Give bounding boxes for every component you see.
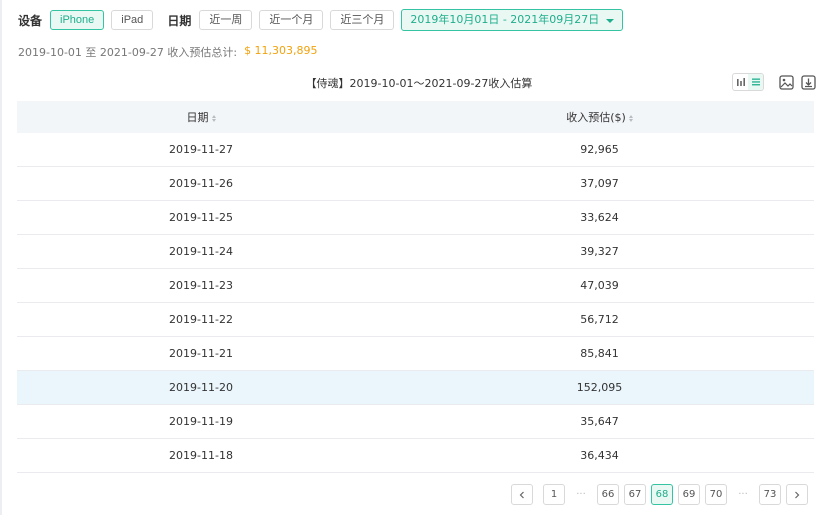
row-date: 2019-11-25 bbox=[17, 200, 385, 235]
row-date: 2019-11-19 bbox=[17, 404, 385, 439]
range-week-button[interactable]: 近一周 bbox=[199, 10, 253, 30]
summary-text: 2019-10-01 至 2021-09-27 收入预估总计: bbox=[18, 46, 238, 59]
row-date: 2019-11-18 bbox=[17, 438, 385, 473]
row-date: 2019-11-27 bbox=[17, 133, 385, 167]
device-label: 设备 bbox=[18, 13, 43, 28]
chevron-left-icon bbox=[519, 491, 524, 498]
row-revenue: 47,039 bbox=[385, 268, 814, 303]
device-ipad-button[interactable]: iPad bbox=[111, 10, 154, 30]
page-button-first[interactable]: 1 bbox=[543, 484, 565, 505]
sort-icon[interactable] bbox=[628, 114, 633, 122]
row-revenue: 35,647 bbox=[385, 404, 814, 439]
row-date: 2019-11-23 bbox=[17, 268, 385, 303]
row-date: 2019-11-24 bbox=[17, 234, 385, 269]
column-header-revenue[interactable]: 收入预估($) bbox=[385, 101, 814, 133]
chevron-right-icon bbox=[795, 491, 800, 498]
table-row-highlighted[interactable]: 2019-11-20 152,095 bbox=[17, 370, 814, 405]
table-header-row: 日期 收入预估($) bbox=[17, 101, 814, 133]
caret-down-icon bbox=[606, 19, 615, 23]
view-toggle bbox=[732, 73, 764, 91]
filter-bar: 设备 iPhone iPad 日期 近一周 近一个月 近三个月 2019年10月… bbox=[18, 9, 624, 31]
row-revenue: 39,327 bbox=[385, 234, 814, 269]
pagination-ellipsis[interactable]: ··· bbox=[570, 489, 592, 500]
row-revenue: 152,095 bbox=[385, 370, 814, 405]
table-row[interactable]: 2019-11-18 36,434 bbox=[17, 438, 814, 473]
range-month-button[interactable]: 近一个月 bbox=[259, 10, 324, 30]
pagination-ellipsis[interactable]: ··· bbox=[732, 489, 754, 500]
pagination: 1 ··· 66 67 68 69 70 ··· 73 bbox=[511, 484, 813, 505]
date-range-text: 2019年10月01日 - 2021年09月27日 bbox=[410, 13, 600, 26]
table-row[interactable]: 2019-11-25 33,624 bbox=[17, 200, 814, 235]
table-row[interactable]: 2019-11-27 92,965 bbox=[17, 133, 814, 167]
table-row[interactable]: 2019-11-21 85,841 bbox=[17, 336, 814, 371]
page-button[interactable]: 66 bbox=[597, 484, 619, 505]
row-revenue: 33,624 bbox=[385, 200, 814, 235]
date-label: 日期 bbox=[167, 13, 192, 28]
column-header-revenue-label: 收入预估($) bbox=[566, 111, 626, 124]
table-row[interactable]: 2019-11-22 56,712 bbox=[17, 302, 814, 337]
page-button[interactable]: 70 bbox=[705, 484, 727, 505]
page-button[interactable]: 67 bbox=[624, 484, 646, 505]
table-row[interactable]: 2019-11-26 37,097 bbox=[17, 166, 814, 201]
list-icon[interactable] bbox=[748, 74, 763, 90]
row-revenue: 56,712 bbox=[385, 302, 814, 337]
range-quarter-button[interactable]: 近三个月 bbox=[330, 10, 395, 30]
bar-chart-icon[interactable] bbox=[733, 74, 748, 90]
revenue-table: 日期 收入预估($) 2019-11-27 92,965 2019-11-26 … bbox=[17, 101, 814, 473]
page-button-last[interactable]: 73 bbox=[759, 484, 781, 505]
column-header-date-label: 日期 bbox=[186, 111, 209, 124]
row-date: 2019-11-20 bbox=[17, 370, 385, 405]
prev-page-button[interactable] bbox=[511, 484, 533, 505]
table-row[interactable]: 2019-11-19 35,647 bbox=[17, 404, 814, 439]
table-title: 【侍魂】2019-10-01～2021-09-27收入估算 bbox=[305, 77, 533, 90]
next-page-button[interactable] bbox=[786, 484, 808, 505]
revenue-summary: 2019-10-01 至 2021-09-27 收入预估总计: $ 11,303… bbox=[18, 44, 318, 60]
row-date: 2019-11-26 bbox=[17, 166, 385, 201]
row-date: 2019-11-22 bbox=[17, 302, 385, 337]
page-button[interactable]: 69 bbox=[678, 484, 700, 505]
device-iphone-button[interactable]: iPhone bbox=[50, 10, 105, 30]
download-icon[interactable] bbox=[800, 74, 816, 90]
table-toolbar bbox=[732, 73, 822, 91]
row-revenue: 85,841 bbox=[385, 336, 814, 371]
image-icon[interactable] bbox=[778, 74, 794, 90]
date-range-picker[interactable]: 2019年10月01日 - 2021年09月27日 bbox=[401, 9, 624, 31]
table-row[interactable]: 2019-11-24 39,327 bbox=[17, 234, 814, 269]
row-revenue: 37,097 bbox=[385, 166, 814, 201]
page-button-current[interactable]: 68 bbox=[651, 484, 673, 505]
row-date: 2019-11-21 bbox=[17, 336, 385, 371]
table-row[interactable]: 2019-11-23 47,039 bbox=[17, 268, 814, 303]
row-revenue: 36,434 bbox=[385, 438, 814, 473]
summary-amount: $ 11,303,895 bbox=[244, 44, 318, 57]
sort-icon[interactable] bbox=[211, 114, 216, 122]
row-revenue: 92,965 bbox=[385, 133, 814, 167]
column-header-date[interactable]: 日期 bbox=[17, 101, 385, 133]
